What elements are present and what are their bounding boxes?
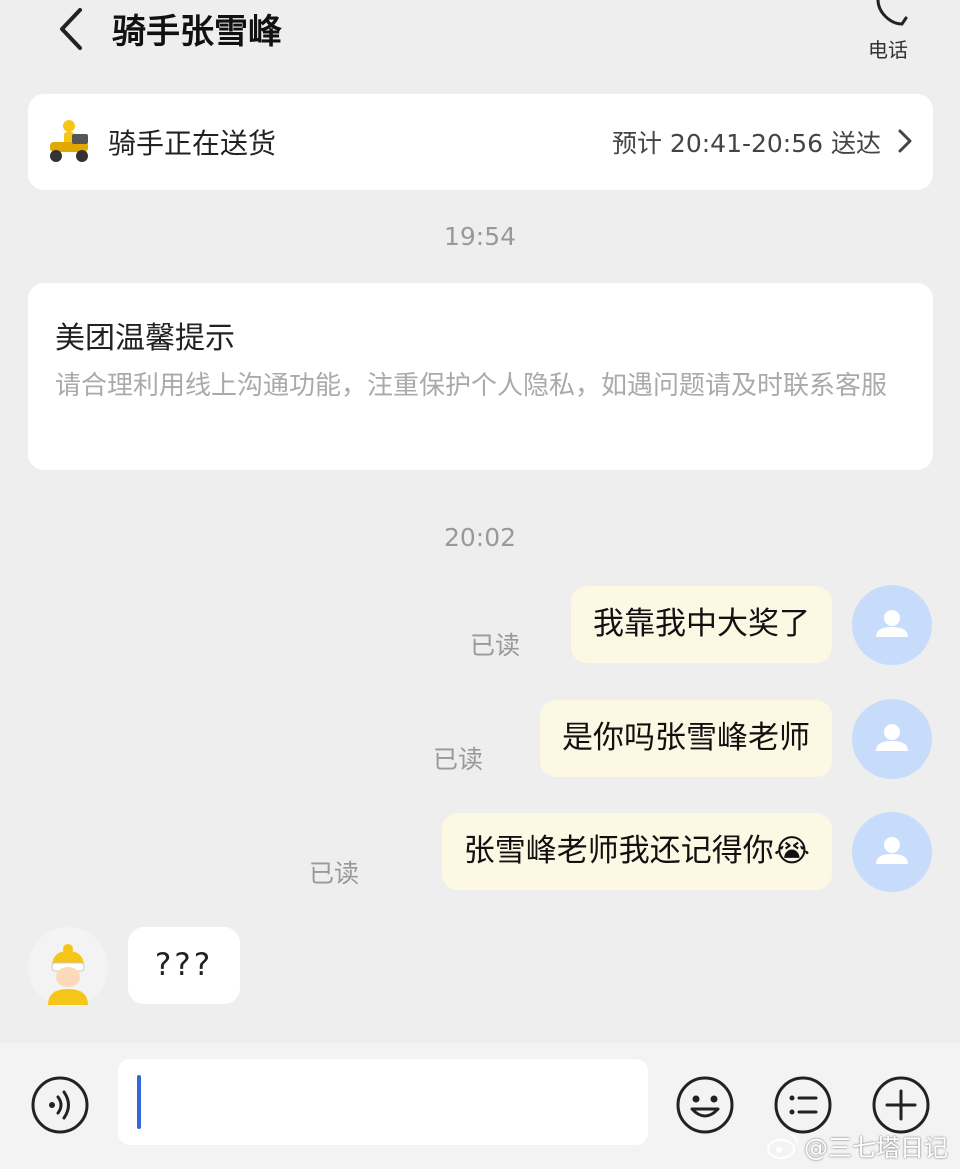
chat-timestamp: 20:02: [443, 523, 517, 552]
user-avatar[interactable]: [852, 812, 932, 892]
chat-timestamp: 19:54: [443, 222, 517, 251]
rider-avatar[interactable]: [28, 927, 108, 1007]
tip-title: 美团温馨提示: [55, 321, 235, 356]
tip-body: 请合理利用线上沟通功能，注重保护个人隐私，如遇问题请及时联系客服: [55, 371, 888, 401]
delivery-status-card[interactable]: 骑手正在送货 预计 20:41-20:56 送达: [28, 94, 933, 190]
watermark-text: @三七塔日记: [804, 1134, 948, 1162]
person-icon: [876, 837, 908, 864]
eta-text: 预计 20:41-20:56 送达: [611, 129, 881, 158]
voice-input-button[interactable]: [30, 1075, 90, 1135]
rider-helmet-icon: [48, 944, 88, 1005]
user-avatar[interactable]: [852, 585, 932, 665]
person-icon: [876, 724, 908, 751]
top-nav-bar: 骑手张雪峰 电话: [0, 0, 960, 70]
outgoing-message-bubble[interactable]: 张雪峰老师我还记得你😭: [441, 813, 832, 890]
outgoing-message-bubble[interactable]: 我靠我中大奖了: [571, 586, 832, 663]
read-receipt: 已读: [433, 745, 484, 774]
rider-scooter-icon: [50, 120, 88, 162]
read-receipt: 已读: [470, 631, 521, 660]
weibo-logo-icon: [767, 1134, 798, 1159]
page-title: 骑手张雪峰: [112, 12, 282, 52]
system-tip-card: 美团温馨提示 请合理利用线上沟通功能，注重保护个人隐私，如遇问题请及时联系客服: [28, 283, 933, 470]
phone-label: 电话: [868, 38, 908, 62]
emoji-button[interactable]: [675, 1075, 735, 1135]
chevron-right-icon: [898, 129, 912, 153]
back-arrow-icon[interactable]: [52, 4, 92, 54]
quick-reply-list-button[interactable]: [773, 1075, 833, 1135]
message-input[interactable]: [118, 1059, 648, 1145]
outgoing-message-bubble[interactable]: 是你吗张雪峰老师: [540, 700, 832, 777]
delivery-status-text: 骑手正在送货: [108, 127, 277, 160]
read-receipt: 已读: [309, 859, 360, 888]
phone-icon: [876, 0, 908, 26]
more-actions-button[interactable]: [871, 1075, 931, 1135]
user-avatar[interactable]: [852, 699, 932, 779]
incoming-message-bubble[interactable]: ???: [128, 927, 240, 1004]
phone-call-button[interactable]: 电话: [858, 0, 918, 62]
text-cursor: [137, 1075, 141, 1129]
person-icon: [876, 610, 908, 637]
